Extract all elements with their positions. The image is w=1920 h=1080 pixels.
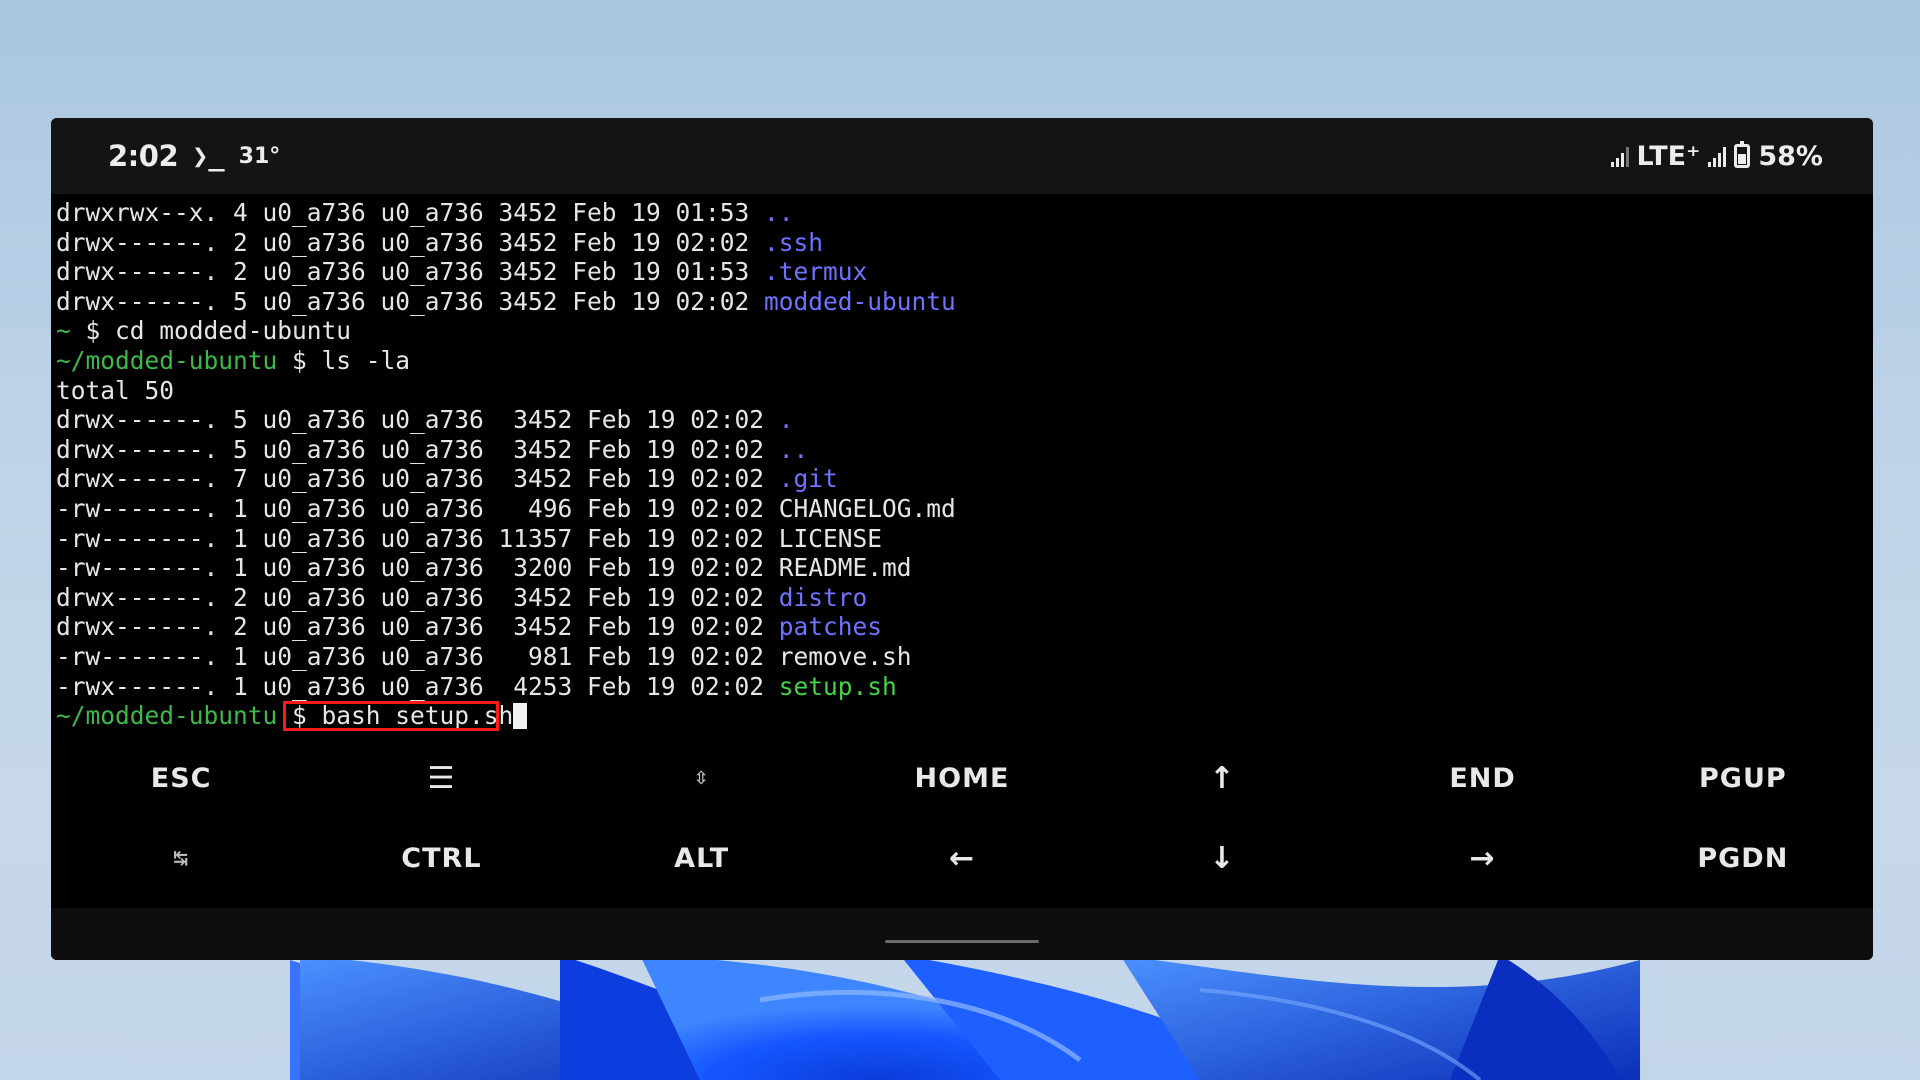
- extra-keys-row-1: ESC ☰ ⇳ HOME ↑ END PGUP: [51, 738, 1873, 818]
- network-type: LTE⁺: [1636, 140, 1701, 172]
- pgup-key[interactable]: PGUP: [1613, 738, 1873, 818]
- prompt-path: ~/modded-ubuntu: [56, 345, 278, 375]
- file-attributes: total 50: [56, 375, 175, 405]
- terminal-line: -rw-------. 1 u0_a736 u0_a736 981 Feb 19…: [56, 642, 1868, 672]
- terminal-line: drwxrwx--x. 4 u0_a736 u0_a736 3452 Feb 1…: [56, 198, 1868, 228]
- file-name: .: [778, 405, 794, 435]
- terminal-line: drwx------. 2 u0_a736 u0_a736 3452 Feb 1…: [56, 228, 1868, 258]
- prompt-path: ~: [56, 316, 71, 346]
- terminal-line: drwx------. 2 u0_a736 u0_a736 3452 Feb 1…: [56, 612, 1868, 642]
- terminal-line: drwx------. 5 u0_a736 u0_a736 3452 Feb 1…: [56, 287, 1868, 317]
- prompt-path: ~/modded-ubuntu: [56, 701, 278, 731]
- file-name: ..: [778, 434, 809, 464]
- menu-key[interactable]: ☰: [311, 738, 571, 818]
- command-text: $ cd modded-ubuntu: [70, 316, 352, 346]
- current-command-input[interactable]: $ bash setup.sh: [277, 701, 513, 730]
- file-name: distro: [778, 582, 868, 612]
- file-attributes: drwx------. 2 u0_a736 u0_a736 3452 Feb 1…: [56, 582, 779, 612]
- file-name: remove.sh: [778, 641, 912, 671]
- file-name: CHANGELOG.md: [778, 493, 956, 523]
- file-name: patches: [778, 612, 883, 642]
- home-key[interactable]: HOME: [832, 738, 1092, 818]
- status-bar: 2:02 ❯_ 31° LTE⁺ 58%: [51, 118, 1873, 194]
- arrow-down-key[interactable]: ↓: [1092, 818, 1352, 898]
- file-attributes: drwxrwx--x. 4 u0_a736 u0_a736 3452 Feb 1…: [56, 198, 765, 227]
- terminal-line: ~/modded-ubuntu $ ls -la: [56, 346, 1868, 376]
- esc-key[interactable]: ESC: [51, 738, 311, 818]
- file-attributes: drwx------. 5 u0_a736 u0_a736 3452 Feb 1…: [56, 405, 779, 435]
- terminal-line: drwx------. 5 u0_a736 u0_a736 3452 Feb 1…: [56, 435, 1868, 465]
- file-name: .ssh: [764, 227, 824, 257]
- terminal-icon: ❯_: [192, 140, 225, 172]
- file-name: README.md: [778, 553, 912, 583]
- battery-icon: [1734, 141, 1751, 168]
- alt-key[interactable]: ALT: [572, 818, 832, 898]
- terminal-output[interactable]: drwxrwx--x. 4 u0_a736 u0_a736 3452 Feb 1…: [56, 198, 1868, 731]
- text-cursor: [513, 703, 528, 730]
- end-key[interactable]: END: [1352, 738, 1612, 818]
- terminal-line: drwx------. 2 u0_a736 u0_a736 3452 Feb 1…: [56, 583, 1868, 613]
- terminal-line: -rw-------. 1 u0_a736 u0_a736 496 Feb 19…: [56, 494, 1868, 524]
- terminal-line: -rw-------. 1 u0_a736 u0_a736 3200 Feb 1…: [56, 553, 1868, 583]
- scroll-key[interactable]: ⇳: [572, 738, 832, 818]
- file-attributes: -rw-------. 1 u0_a736 u0_a736 3200 Feb 1…: [56, 553, 779, 583]
- file-attributes: drwx------. 2 u0_a736 u0_a736 3452 Feb 1…: [56, 612, 779, 642]
- status-temperature: 31°: [238, 143, 281, 169]
- file-attributes: drwx------. 7 u0_a736 u0_a736 3452 Feb 1…: [56, 464, 779, 494]
- pgdn-key[interactable]: PGDN: [1613, 818, 1873, 898]
- ctrl-key[interactable]: CTRL: [311, 818, 571, 898]
- arrow-up-key[interactable]: ↑: [1092, 738, 1352, 818]
- terminal-line: -rwx------. 1 u0_a736 u0_a736 4253 Feb 1…: [56, 672, 1868, 702]
- tab-key[interactable]: ↹: [51, 818, 311, 898]
- extra-keys-bar: ESC ☰ ⇳ HOME ↑ END PGUP ↹ CTRL ALT ← ↓ → PGDN: [51, 738, 1873, 898]
- home-gesture-handle[interactable]: [885, 940, 1039, 943]
- file-name: setup.sh: [778, 671, 897, 701]
- file-attributes: -rw-------. 1 u0_a736 u0_a736 496 Feb 19…: [56, 493, 779, 523]
- file-name: modded-ubuntu: [764, 286, 956, 316]
- file-attributes: drwx------. 2 u0_a736 u0_a736 3452 Feb 1…: [56, 227, 765, 257]
- terminal-line: total 50: [56, 376, 1868, 406]
- signal-icon: [1610, 145, 1629, 167]
- status-time: 2:02: [108, 139, 179, 173]
- terminal-line: -rw-------. 1 u0_a736 u0_a736 11357 Feb …: [56, 524, 1868, 554]
- file-attributes: -rw-------. 1 u0_a736 u0_a736 11357 Feb …: [56, 523, 779, 553]
- current-command-line[interactable]: ~/modded-ubuntu $ bash setup.sh: [56, 701, 1868, 731]
- extra-keys-row-2: ↹ CTRL ALT ← ↓ → PGDN: [51, 818, 1873, 898]
- navigation-bar: [51, 908, 1873, 960]
- arrow-left-key[interactable]: ←: [832, 818, 1092, 898]
- battery-percent: 58%: [1758, 140, 1823, 172]
- file-attributes: -rwx------. 1 u0_a736 u0_a736 4253 Feb 1…: [56, 671, 779, 701]
- terminal-line: drwx------. 7 u0_a736 u0_a736 3452 Feb 1…: [56, 464, 1868, 494]
- file-name: .termux: [764, 257, 868, 287]
- signal-strength-icon: [1708, 145, 1727, 167]
- file-attributes: drwx------. 5 u0_a736 u0_a736 3452 Feb 1…: [56, 434, 779, 464]
- file-attributes: -rw-------. 1 u0_a736 u0_a736 981 Feb 19…: [56, 641, 779, 671]
- terminal-line: drwx------. 2 u0_a736 u0_a736 3452 Feb 1…: [56, 257, 1868, 287]
- file-name: ..: [764, 198, 794, 227]
- arrow-right-key[interactable]: →: [1352, 818, 1612, 898]
- file-attributes: drwx------. 5 u0_a736 u0_a736 3452 Feb 1…: [56, 286, 765, 316]
- file-name: .git: [778, 464, 838, 494]
- file-name: LICENSE: [778, 523, 883, 553]
- terminal-line: drwx------. 5 u0_a736 u0_a736 3452 Feb 1…: [56, 405, 1868, 435]
- termux-window: 2:02 ❯_ 31° LTE⁺ 58% drwxrwx--x. 4 u0_a7…: [51, 118, 1873, 960]
- file-attributes: drwx------. 2 u0_a736 u0_a736 3452 Feb 1…: [56, 257, 765, 287]
- command-text: $ ls -la: [277, 345, 411, 375]
- terminal-line: ~ $ cd modded-ubuntu: [56, 316, 1868, 346]
